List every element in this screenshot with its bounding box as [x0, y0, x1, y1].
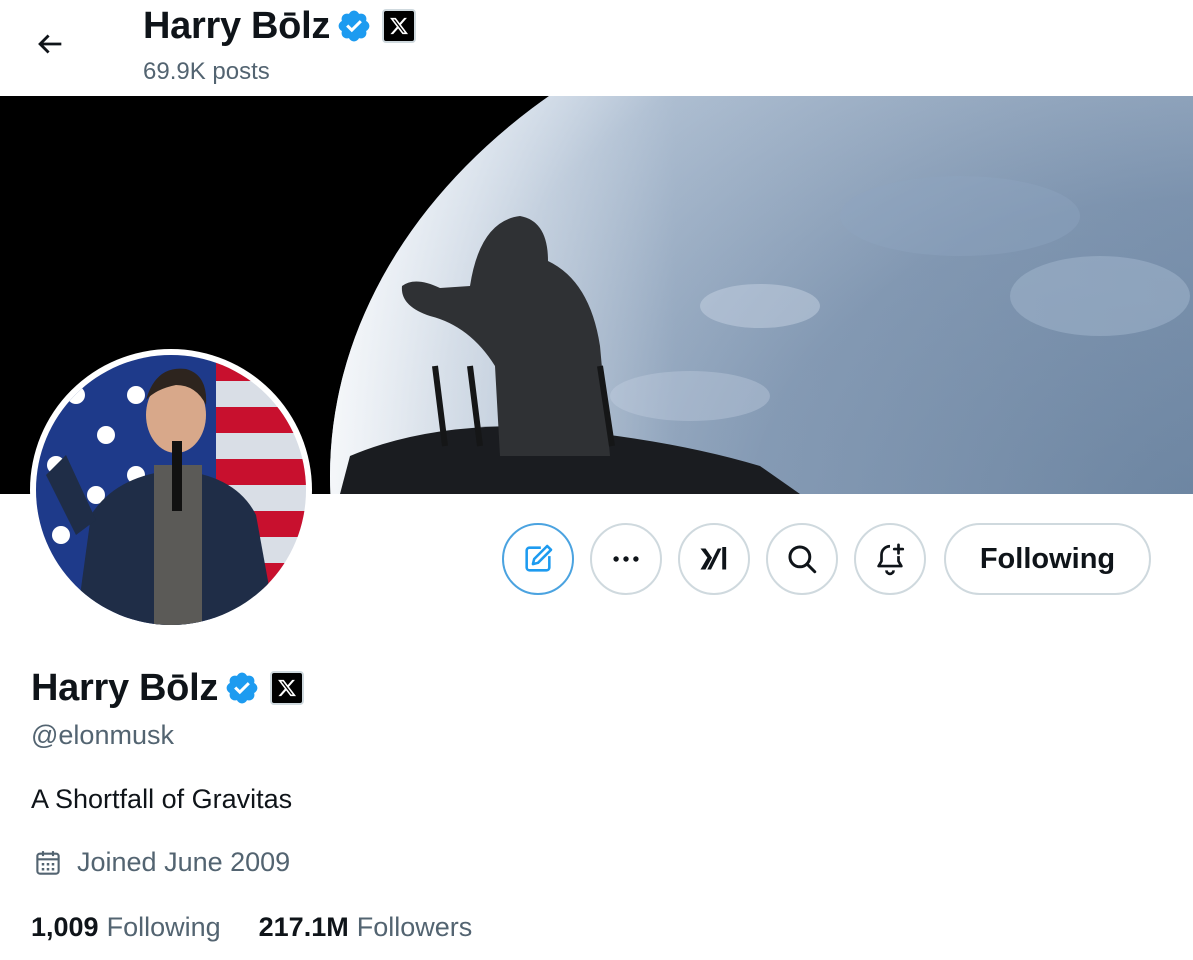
- more-icon: [613, 556, 639, 562]
- back-button[interactable]: [26, 22, 74, 66]
- following-count: 1,009: [31, 912, 99, 942]
- grok-button[interactable]: [678, 523, 750, 595]
- following-label: Following: [106, 912, 221, 942]
- followers-count-link[interactable]: 217.1M Followers: [259, 912, 473, 943]
- join-date: Joined June 2009: [33, 847, 290, 878]
- follow-stats: 1,009 Following 217.1M Followers: [31, 912, 510, 943]
- more-options-button[interactable]: [590, 523, 662, 595]
- calendar-icon: [36, 850, 60, 875]
- following-count-link[interactable]: 1,009 Following: [31, 912, 221, 943]
- x-logo-icon[interactable]: [270, 671, 305, 705]
- grok-icon: [700, 547, 727, 570]
- header-name: Harry Bōlz: [143, 4, 331, 47]
- post-count: 69.9K posts: [143, 58, 270, 85]
- verified-badge-icon: [338, 10, 370, 42]
- join-date-text: Joined June 2009: [77, 847, 291, 877]
- search-profile-button[interactable]: [766, 523, 838, 595]
- profile-bio: A Shortfall of Gravitas: [31, 784, 293, 814]
- back-arrow-icon: [38, 34, 62, 54]
- edit-profile-button[interactable]: [502, 523, 574, 595]
- profile-actions: Following: [502, 523, 1151, 595]
- profile-avatar[interactable]: [30, 349, 312, 631]
- verified-badge-icon[interactable]: [224, 670, 260, 706]
- following-button[interactable]: Following: [944, 523, 1151, 595]
- profile-header-bar: Harry Bōlz 69.9K posts: [0, 0, 1193, 96]
- header-title-row: Harry Bōlz: [143, 4, 417, 48]
- notification-bell-icon: [877, 543, 905, 576]
- edit-icon: [525, 544, 553, 572]
- notifications-button[interactable]: [854, 523, 926, 595]
- username-handle: @elonmusk: [31, 720, 174, 750]
- profile-name-row: Harry Bōlz: [31, 666, 305, 710]
- display-name: Harry Bōlz: [31, 666, 219, 709]
- x-logo-icon: [382, 9, 417, 43]
- avatar-photo: [36, 355, 306, 625]
- followers-count: 217.1M: [258, 912, 349, 942]
- followers-label: Followers: [356, 912, 473, 942]
- search-icon: [788, 545, 817, 574]
